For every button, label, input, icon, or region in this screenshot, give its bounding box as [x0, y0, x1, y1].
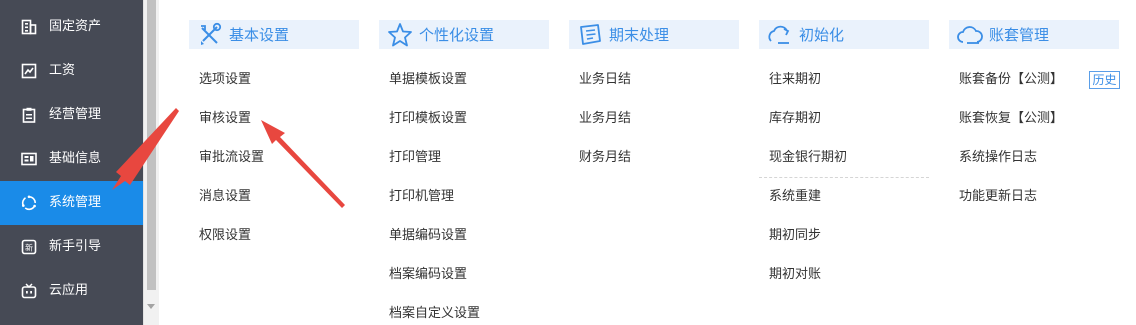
- tv-icon: [21, 283, 37, 299]
- menu-item-system-rebuild[interactable]: 系统重建: [769, 188, 821, 206]
- column-period-end: 期末处理 业务日结 业务月结 财务月结: [569, 20, 739, 180]
- menu-item-system-operation-log[interactable]: 系统操作日志: [959, 149, 1037, 167]
- salary-icon: [21, 63, 37, 79]
- menu-item-message-settings[interactable]: 消息设置: [199, 188, 251, 206]
- star-icon: [388, 23, 412, 47]
- menu-item-archive-custom-settings[interactable]: 档案自定义设置: [389, 305, 480, 323]
- svg-text:新: 新: [25, 243, 33, 253]
- menu-item-permission-settings[interactable]: 权限设置: [199, 227, 251, 245]
- column-title: 初始化: [799, 26, 845, 44]
- history-badge-button[interactable]: 历史: [1089, 71, 1120, 89]
- sidebar-item-basic-info[interactable]: 基础信息: [0, 137, 143, 181]
- column-header: 基本设置: [189, 20, 359, 49]
- sidebar-item-label: 基础信息: [49, 151, 102, 166]
- menu-item-account-restore[interactable]: 账套恢复【公测】: [959, 110, 1063, 128]
- menu-item-business-monthly-close[interactable]: 业务月结: [579, 110, 631, 128]
- column-basic-settings: 基本设置 选项设置 审核设置 审批流设置 消息设置 权限设置: [189, 20, 359, 260]
- menu-item-opening-sync[interactable]: 期初同步: [769, 227, 821, 245]
- refresh-cloud-icon: [768, 25, 790, 44]
- sidebar: 固定资产 工资 经营管理 基础信息 系统管理 新 新手引导 云应用: [0, 0, 143, 325]
- new-guide-icon: 新: [21, 239, 37, 255]
- menu-item-receivable-opening[interactable]: 往来期初: [769, 71, 821, 89]
- column-account-set-management: 账套管理 账套备份【公测】 账套恢复【公测】 系统操作日志 功能更新日志: [949, 20, 1119, 220]
- column-title: 期末处理: [609, 26, 670, 44]
- id-card-icon: [21, 152, 37, 166]
- menu-item-inventory-opening[interactable]: 库存期初: [769, 110, 821, 128]
- sidebar-item-system-management[interactable]: 系统管理: [0, 181, 143, 225]
- menu-item-audit-settings[interactable]: 审核设置: [199, 110, 251, 128]
- menu-item-archive-code-settings[interactable]: 档案编码设置: [389, 266, 467, 284]
- app-root: 固定资产 工资 经营管理 基础信息 系统管理 新 新手引导 云应用 基本设置 选…: [0, 0, 1136, 325]
- menu-item-feature-update-log[interactable]: 功能更新日志: [959, 188, 1037, 206]
- column-header: 账套管理: [949, 20, 1119, 49]
- column-header: 个性化设置: [379, 20, 549, 49]
- sidebar-item-label: 新手引导: [49, 239, 102, 254]
- column-initialization: 初始化 往来期初 库存期初 现金银行期初 系统重建 期初同步 期初对账: [759, 20, 929, 300]
- column-title: 基本设置: [229, 26, 290, 44]
- sidebar-item-beginner-guide[interactable]: 新 新手引导: [0, 225, 143, 269]
- scroll-down-arrow-icon[interactable]: [147, 304, 155, 309]
- system-ring-icon: [21, 195, 36, 211]
- sidebar-scrollbar[interactable]: [143, 0, 159, 325]
- sidebar-item-cloud-apps[interactable]: 云应用: [0, 269, 143, 313]
- sidebar-item-label: 系统管理: [49, 195, 102, 210]
- menu-item-option-settings[interactable]: 选项设置: [199, 71, 251, 89]
- cloud-icon: [957, 26, 983, 44]
- tools-icon: [201, 22, 222, 45]
- menu-item-cash-bank-opening[interactable]: 现金银行期初: [769, 149, 847, 167]
- column-divider: [759, 177, 929, 178]
- ticket-icon: [580, 24, 601, 45]
- menu-item-document-code-settings[interactable]: 单据编码设置: [389, 227, 467, 245]
- menu-item-print-management[interactable]: 打印管理: [389, 149, 441, 167]
- sidebar-item-label: 云应用: [49, 283, 89, 298]
- menu-item-approval-flow-settings[interactable]: 审批流设置: [199, 149, 264, 167]
- menu-item-document-template-settings[interactable]: 单据模板设置: [389, 71, 467, 89]
- menu-item-finance-monthly-close[interactable]: 财务月结: [579, 149, 631, 167]
- menu-item-daily-close[interactable]: 业务日结: [579, 71, 631, 89]
- building-icon: [21, 19, 37, 35]
- column-title: 账套管理: [989, 26, 1050, 44]
- column-title: 个性化设置: [419, 26, 495, 44]
- column-header: 初始化: [759, 20, 929, 49]
- menu-item-account-backup[interactable]: 账套备份【公测】: [959, 71, 1063, 89]
- scrollbar-thumb[interactable]: [147, 0, 156, 290]
- sidebar-item-label: 工资: [49, 63, 76, 78]
- column-header: 期末处理: [569, 20, 739, 49]
- sidebar-item-label: 经营管理: [49, 107, 102, 122]
- clipboard-icon: [22, 107, 36, 123]
- menu-item-printer-management[interactable]: 打印机管理: [389, 188, 454, 206]
- sidebar-item-label: 固定资产: [49, 19, 102, 34]
- menu-item-opening-reconciliation[interactable]: 期初对账: [769, 266, 821, 284]
- sidebar-item-operations[interactable]: 经营管理: [0, 93, 143, 137]
- column-personalization: 个性化设置 单据模板设置 打印模板设置 打印管理 打印机管理 单据编码设置 档案…: [379, 20, 549, 325]
- sidebar-item-fixed-assets[interactable]: 固定资产: [0, 5, 143, 49]
- sidebar-item-salary[interactable]: 工资: [0, 49, 143, 93]
- menu-item-print-template-settings[interactable]: 打印模板设置: [389, 110, 467, 128]
